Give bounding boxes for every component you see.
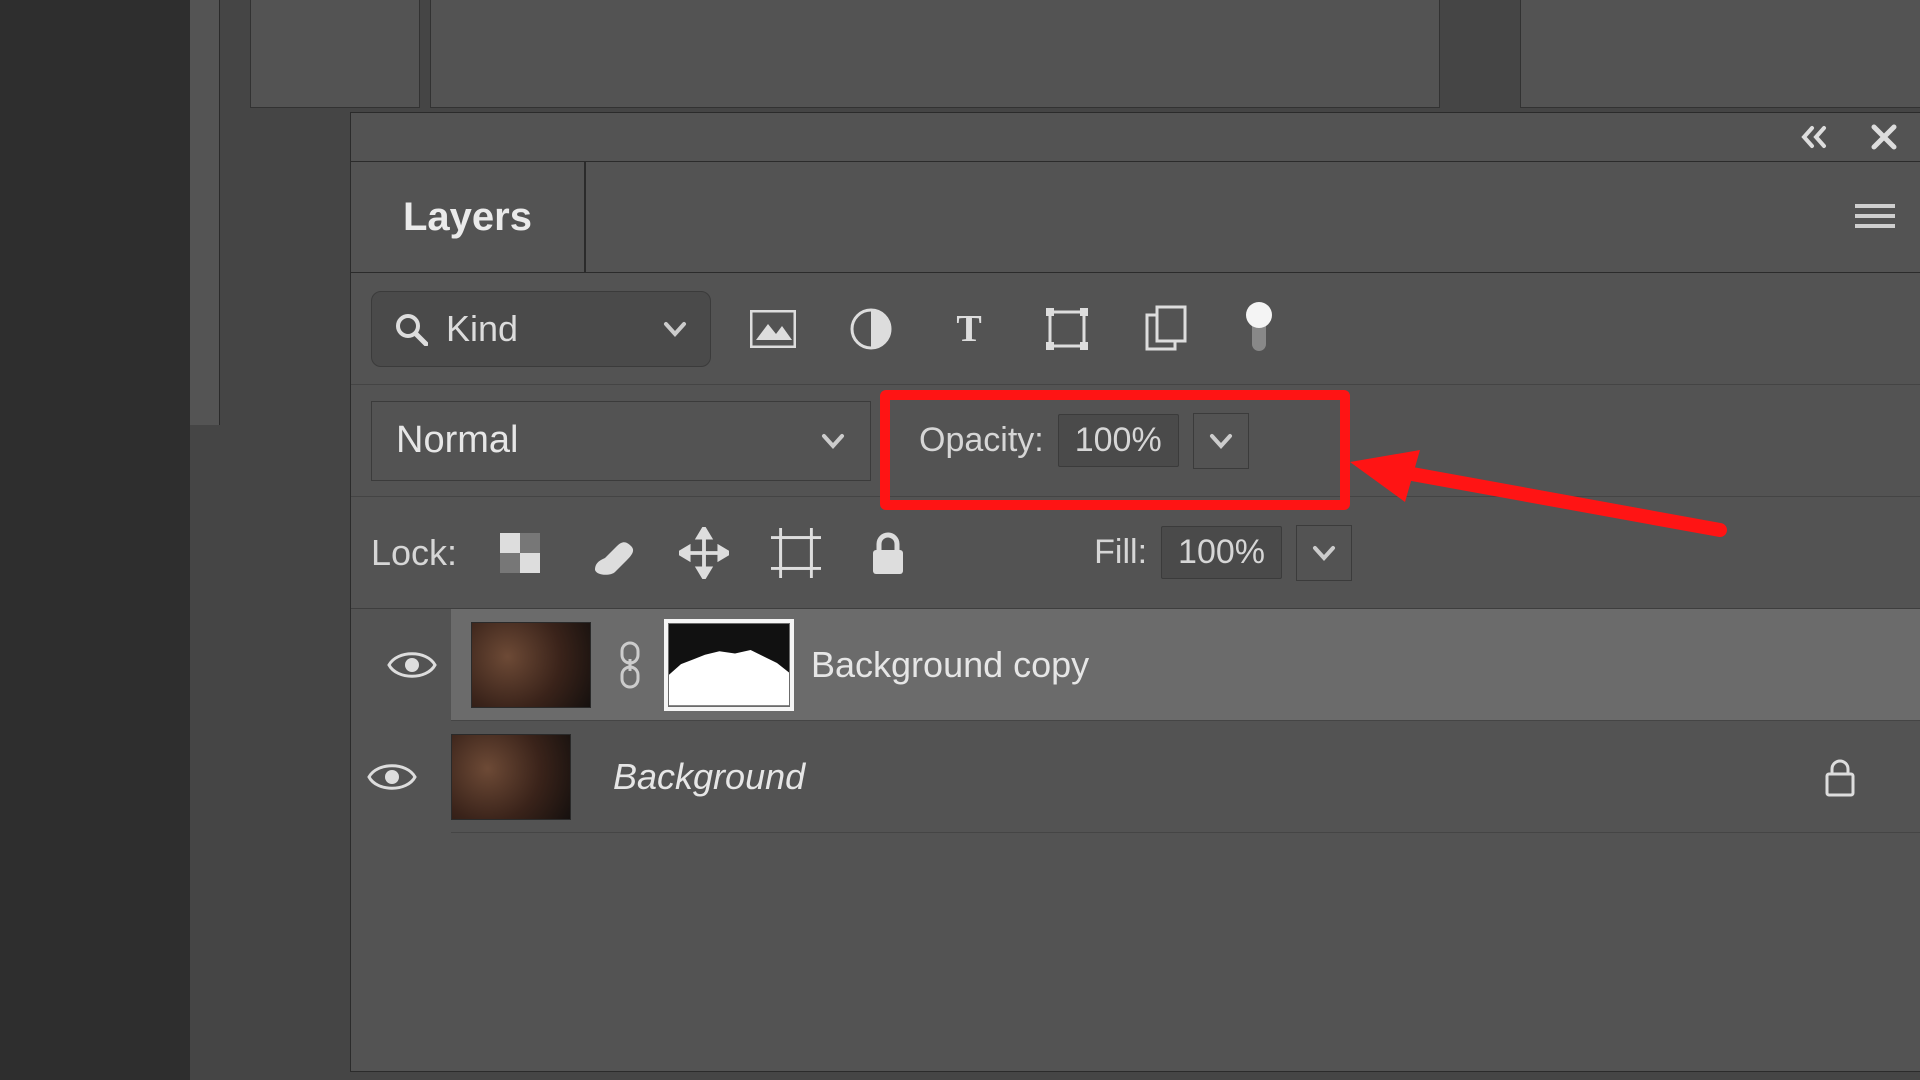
canvas-area-frame bbox=[430, 0, 1440, 108]
filter-adjustment-layers-icon[interactable] bbox=[847, 305, 895, 353]
close-panel-icon[interactable] bbox=[1870, 123, 1898, 151]
lock-pixels-brush-icon[interactable] bbox=[587, 528, 637, 578]
panel-menu-icon[interactable] bbox=[1855, 202, 1895, 232]
tab-layers[interactable]: Layers bbox=[351, 162, 585, 272]
filter-smart-objects-icon[interactable] bbox=[1141, 305, 1189, 353]
layer-mask-link-icon[interactable] bbox=[613, 641, 647, 689]
opacity-dropdown-button[interactable] bbox=[1193, 413, 1249, 469]
layer-row[interactable]: Background copy bbox=[451, 609, 1920, 721]
chevron-down-icon bbox=[1311, 540, 1337, 566]
search-icon bbox=[394, 312, 428, 346]
tab-label: Layers bbox=[403, 195, 532, 240]
layers-panel: Layers Kind bbox=[350, 112, 1920, 1072]
blend-opacity-row: Normal Opacity: 100% bbox=[351, 385, 1920, 497]
lock-position-move-icon[interactable] bbox=[679, 528, 729, 578]
filter-type-icons: T bbox=[749, 305, 1279, 353]
fill-value-input[interactable]: 100% bbox=[1161, 526, 1282, 579]
layer-filter-row: Kind T bbox=[351, 273, 1920, 385]
layer-row[interactable]: Background bbox=[451, 721, 1920, 833]
layer-mask-thumbnail[interactable] bbox=[669, 624, 789, 706]
opacity-label: Opacity: bbox=[919, 421, 1044, 460]
blend-mode-dropdown[interactable]: Normal bbox=[371, 401, 871, 481]
lock-all-icon[interactable] bbox=[863, 528, 913, 578]
fill-label: Fill: bbox=[1094, 533, 1147, 572]
chevron-down-icon bbox=[662, 316, 688, 342]
visibility-eye-icon[interactable] bbox=[367, 760, 417, 794]
lock-transparency-icon[interactable] bbox=[495, 528, 545, 578]
layers-list: Background copy Background bbox=[351, 609, 1920, 833]
visibility-eye-icon[interactable] bbox=[387, 648, 437, 682]
layer-thumbnail[interactable] bbox=[451, 734, 571, 820]
layer-name[interactable]: Background bbox=[613, 756, 1798, 798]
blend-mode-value: Normal bbox=[396, 419, 518, 462]
panel-tabbar-spacer bbox=[585, 162, 1920, 272]
opacity-value-input[interactable]: 100% bbox=[1058, 414, 1179, 467]
layer-locked-icon[interactable] bbox=[1820, 757, 1860, 797]
collapse-panel-icon[interactable] bbox=[1800, 124, 1840, 150]
filter-pixel-layers-icon[interactable] bbox=[749, 305, 797, 353]
filter-type-layers-icon[interactable]: T bbox=[945, 305, 993, 353]
svg-text:T: T bbox=[956, 309, 981, 349]
lock-fill-row: Lock: bbox=[351, 497, 1920, 609]
fill-dropdown-button[interactable] bbox=[1296, 525, 1352, 581]
app-left-strip-edge bbox=[190, 0, 220, 425]
chevron-down-icon bbox=[1208, 428, 1234, 454]
canvas-area-frame bbox=[250, 0, 420, 108]
panel-tabbar: Layers bbox=[351, 161, 1920, 273]
layer-thumbnail[interactable] bbox=[471, 622, 591, 708]
app-left-strip bbox=[0, 0, 190, 1080]
fill-control: Fill: 100% bbox=[1094, 525, 1352, 581]
lock-label: Lock: bbox=[371, 532, 457, 574]
filter-shape-layers-icon[interactable] bbox=[1043, 305, 1091, 353]
panel-window-controls bbox=[351, 113, 1920, 161]
chevron-down-icon bbox=[820, 428, 846, 454]
opacity-control: Opacity: 100% bbox=[891, 405, 1267, 477]
lock-buttons bbox=[495, 528, 913, 578]
filter-kind-label: Kind bbox=[446, 308, 518, 350]
filter-toggle-switch[interactable] bbox=[1239, 305, 1279, 353]
canvas-area-frame bbox=[1520, 0, 1920, 108]
filter-kind-dropdown[interactable]: Kind bbox=[371, 291, 711, 367]
lock-artboard-icon[interactable] bbox=[771, 528, 821, 578]
layer-name[interactable]: Background copy bbox=[811, 644, 1900, 686]
